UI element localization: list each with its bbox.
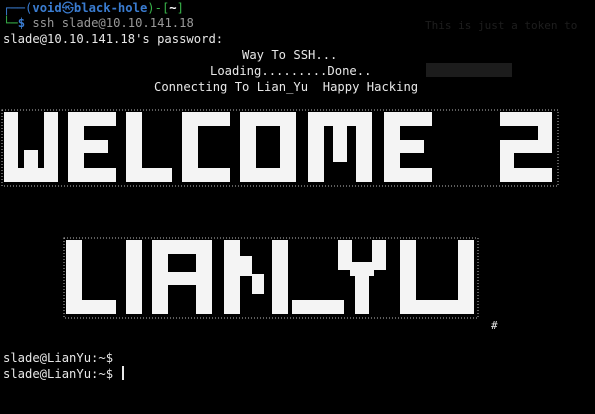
terminal-window[interactable]: This is just a token to ┌──(void㉿black-h… (0, 0, 595, 414)
letter-y (338, 240, 386, 314)
underscore (292, 300, 344, 314)
ascii-art-hash: # (491, 319, 498, 332)
letter-a (152, 240, 212, 314)
letter-l (126, 112, 172, 182)
letter-w (4, 112, 58, 182)
remote-prompt-1: slade@LianYu:~$ (3, 351, 114, 365)
letter-e-2 (384, 112, 432, 182)
ascii-art-welcome2 (4, 112, 552, 182)
letter-e (68, 112, 116, 182)
letter-u (400, 240, 474, 314)
remote-prompt-2[interactable]: slade@LianYu:~$ (3, 366, 125, 382)
remote-prompt-2-text: slade@LianYu:~$ (3, 367, 121, 381)
letter-l-2 (66, 240, 116, 314)
letter-i (126, 240, 142, 314)
letter-c (182, 112, 230, 182)
text-cursor[interactable] (122, 366, 125, 380)
letter-m (308, 112, 372, 182)
ascii-art-lian-yu (66, 240, 474, 314)
letter-o (240, 112, 296, 182)
digit-2 (500, 112, 552, 182)
letter-n (224, 240, 288, 314)
